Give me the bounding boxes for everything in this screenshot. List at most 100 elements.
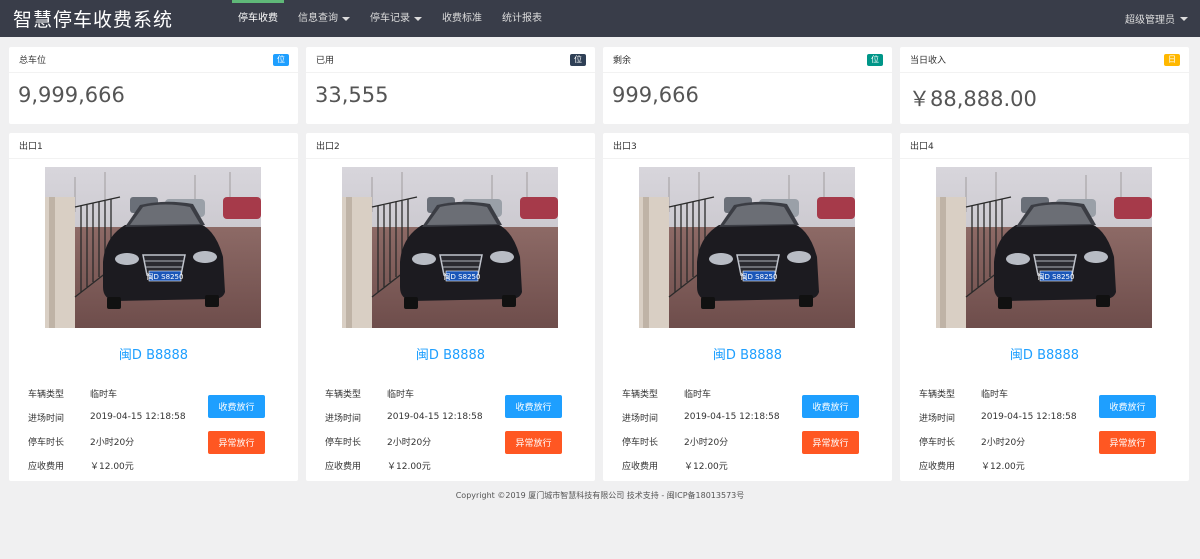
nav-parking-fee[interactable]: 停车收费 xyxy=(228,0,288,37)
nav-statistics[interactable]: 统计报表 xyxy=(492,0,552,37)
info-label: 进场时间 xyxy=(622,413,659,424)
charge-release-button[interactable]: 收费放行 xyxy=(208,395,265,418)
stat-badge: 位 xyxy=(273,53,289,66)
exit-header: 出口4 xyxy=(900,133,1189,159)
svg-text:闽D S8250: 闽D S8250 xyxy=(147,273,184,281)
info-value: 2019-04-15 12:18:58 xyxy=(90,412,186,422)
footer-copyright: Copyright ©2019 厦门城市智慧科技有限公司 技术支持 - 闽ICP… xyxy=(455,491,745,500)
car-photo: 闽D S8250 xyxy=(342,167,558,328)
user-name: 超级管理员 xyxy=(1125,15,1175,26)
abnormal-release-button[interactable]: 异常放行 xyxy=(1099,431,1156,454)
stat-header: 已用 位 xyxy=(306,47,595,73)
stat-label: 总车位 xyxy=(19,56,47,66)
car-photo-frame: 闽D S8250 xyxy=(639,167,855,328)
info-row: 进场时间 2019-04-15 12:18:58 xyxy=(28,405,200,429)
exit-title: 出口4 xyxy=(910,142,934,152)
info-row: 车辆类型 临时车 xyxy=(919,381,1091,405)
info-row: 车辆类型 临时车 xyxy=(622,381,794,405)
car-photo-frame: 闽D S8250 xyxy=(45,167,261,328)
abnormal-release-button[interactable]: 异常放行 xyxy=(208,431,265,454)
stat-badge: 位 xyxy=(867,53,883,66)
info-label: 停车时长 xyxy=(325,437,362,448)
info-row: 进场时间 2019-04-15 12:18:58 xyxy=(325,405,497,429)
stat-label: 剩余 xyxy=(613,56,632,66)
exit-title: 出口1 xyxy=(19,142,43,152)
info-label: 应收费用 xyxy=(325,461,362,472)
caret-down-icon xyxy=(342,16,350,21)
info-label: 进场时间 xyxy=(919,413,956,424)
car-photo: 闽D S8250 xyxy=(936,167,1152,328)
info-label: 进场时间 xyxy=(325,413,362,424)
info-label: 应收费用 xyxy=(622,461,659,472)
info-value: 2小时20分 xyxy=(387,437,432,448)
nav-fee-standard[interactable]: 收费标准 xyxy=(432,0,492,37)
info-value: ￥12.00元 xyxy=(981,461,1025,472)
nav-label: 停车收费 xyxy=(238,13,278,24)
info-label: 车辆类型 xyxy=(28,389,65,400)
plate-number: 闽D B8888 xyxy=(712,348,783,363)
info-label: 应收费用 xyxy=(919,461,956,472)
caret-down-icon xyxy=(1180,16,1188,21)
info-row: 应收费用 ￥12.00元 xyxy=(919,453,1091,477)
info-label: 停车时长 xyxy=(622,437,659,448)
info-row: 停车时长 2小时20分 xyxy=(622,429,794,453)
stat-value: 9,999,666 xyxy=(18,83,125,107)
stat-card-remaining: 剩余 位 999,666 xyxy=(603,47,892,124)
info-value: 2小时20分 xyxy=(684,437,729,448)
exit-title: 出口2 xyxy=(316,142,340,152)
info-row: 应收费用 ￥12.00元 xyxy=(28,453,200,477)
info-label: 进场时间 xyxy=(28,413,65,424)
charge-release-button[interactable]: 收费放行 xyxy=(505,395,562,418)
caret-down-icon xyxy=(414,16,422,21)
user-menu[interactable]: 超级管理员 xyxy=(1125,0,1188,37)
nav-label: 停车记录 xyxy=(370,13,410,24)
svg-text:闽D S8250: 闽D S8250 xyxy=(444,273,481,281)
info-label: 应收费用 xyxy=(28,461,65,472)
abnormal-release-button[interactable]: 异常放行 xyxy=(505,431,562,454)
info-label: 车辆类型 xyxy=(325,389,362,400)
exit-header: 出口3 xyxy=(603,133,892,159)
main-nav: 停车收费 信息查询 停车记录 收费标准 统计报表 xyxy=(228,0,552,37)
info-value: 临时车 xyxy=(684,389,712,400)
exit-card-4: 出口4 闽D S8250 闽D B8888 车辆类型 临时车 进场时间 2019… xyxy=(900,133,1189,481)
info-value: ￥12.00元 xyxy=(684,461,728,472)
stat-badge: 位 xyxy=(570,53,586,66)
stat-header: 当日收入 日 xyxy=(900,47,1189,73)
info-value: 2019-04-15 12:18:58 xyxy=(684,412,780,422)
info-value: 2小时20分 xyxy=(981,437,1026,448)
stat-value: ￥88,888.00 xyxy=(909,87,1037,111)
nav-label: 收费标准 xyxy=(442,13,482,24)
info-value: ￥12.00元 xyxy=(90,461,134,472)
charge-release-button[interactable]: 收费放行 xyxy=(1099,395,1156,418)
charge-release-button[interactable]: 收费放行 xyxy=(802,395,859,418)
plate-number: 闽D B8888 xyxy=(1009,348,1080,363)
info-row: 车辆类型 临时车 xyxy=(28,381,200,405)
plate-number: 闽D B8888 xyxy=(118,348,189,363)
stat-header: 总车位 位 xyxy=(9,47,298,73)
car-photo: 闽D S8250 xyxy=(45,167,261,328)
info-value: 2019-04-15 12:18:58 xyxy=(387,412,483,422)
vehicle-info: 车辆类型 临时车 进场时间 2019-04-15 12:18:58 停车时长 2… xyxy=(622,381,794,477)
vehicle-info: 车辆类型 临时车 进场时间 2019-04-15 12:18:58 停车时长 2… xyxy=(28,381,200,477)
info-label: 停车时长 xyxy=(28,437,65,448)
nav-label: 信息查询 xyxy=(298,13,338,24)
nav-parking-records[interactable]: 停车记录 xyxy=(360,0,432,37)
exits-row: 出口1 闽D S8250 闽D B8888 车辆类型 临时车 进场时间 2019… xyxy=(9,133,1195,481)
stat-card-used: 已用 位 33,555 xyxy=(306,47,595,124)
top-navbar: 智慧停车收费系统 停车收费 信息查询 停车记录 收费标准 统计报表 超级管理员 xyxy=(0,0,1200,37)
plate-number: 闽D B8888 xyxy=(415,348,486,363)
stat-label: 当日收入 xyxy=(910,56,947,66)
nav-info-query[interactable]: 信息查询 xyxy=(288,0,360,37)
exit-title: 出口3 xyxy=(613,142,637,152)
exit-card-1: 出口1 闽D S8250 闽D B8888 车辆类型 临时车 进场时间 2019… xyxy=(9,133,298,481)
info-label: 车辆类型 xyxy=(919,389,956,400)
info-value: 临时车 xyxy=(387,389,415,400)
stat-header: 剩余 位 xyxy=(603,47,892,73)
info-row: 停车时长 2小时20分 xyxy=(28,429,200,453)
stat-label: 已用 xyxy=(316,56,335,66)
stat-card-total: 总车位 位 9,999,666 xyxy=(9,47,298,124)
stats-row: 总车位 位 9,999,666 已用 位 33,555 剩余 位 999,666… xyxy=(9,47,1195,124)
stat-value: 33,555 xyxy=(315,83,389,107)
info-row: 进场时间 2019-04-15 12:18:58 xyxy=(622,405,794,429)
abnormal-release-button[interactable]: 异常放行 xyxy=(802,431,859,454)
